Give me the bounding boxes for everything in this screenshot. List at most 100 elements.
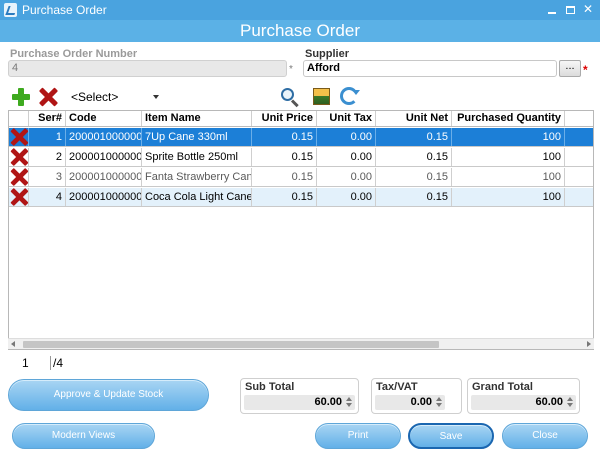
pager: 1 /4 xyxy=(8,351,594,373)
unit-price-cell[interactable]: 0.15 xyxy=(252,188,317,206)
table-row[interactable]: 4 2000010000004 Coca Cola Light Cane... … xyxy=(9,188,593,207)
refresh-icon[interactable] xyxy=(340,87,360,105)
spinner-icon xyxy=(435,397,444,408)
horizontal-scrollbar[interactable] xyxy=(8,338,594,349)
item-name-cell: 7Up Cane 330ml xyxy=(142,128,252,146)
grand-total-field: 60.00 xyxy=(471,395,576,410)
print-button[interactable]: Print xyxy=(315,423,401,449)
delete-icon[interactable] xyxy=(10,188,27,205)
ser-cell: 1 xyxy=(29,128,66,146)
column-header-s[interactable]: S xyxy=(565,111,593,126)
spinner-icon xyxy=(345,397,354,408)
column-header-ser[interactable]: Ser# xyxy=(29,111,66,126)
tax-vat-box: Tax/VAT 0.00 xyxy=(371,378,462,414)
unit-price-cell[interactable]: 0.15 xyxy=(252,168,317,186)
table-row[interactable]: 3 2000010000003 Fanta Strawberry Can... … xyxy=(9,168,593,187)
quantity-cell[interactable]: 100 xyxy=(452,168,565,186)
app-icon xyxy=(4,3,17,17)
page-header: Purchase Order xyxy=(0,20,600,42)
chevron-down-icon xyxy=(153,95,159,99)
item-select-dropdown[interactable]: <Select> xyxy=(65,87,163,107)
delete-icon[interactable] xyxy=(10,148,27,165)
quantity-cell[interactable]: 100 xyxy=(452,128,565,146)
code-cell: 2000010000002 xyxy=(66,148,142,166)
title-bar: Purchase Order ✕ xyxy=(0,0,600,20)
close-button[interactable]: Close xyxy=(502,423,588,449)
close-icon: ✕ xyxy=(582,2,594,16)
unit-price-cell[interactable]: 0.15 xyxy=(252,148,317,166)
delete-icon[interactable] xyxy=(10,168,27,185)
supplier-field[interactable]: Afford xyxy=(303,60,557,77)
po-required-mark: * xyxy=(289,64,293,75)
delete-row-icon[interactable] xyxy=(39,88,57,106)
item-name-cell: Fanta Strawberry Can... xyxy=(142,168,252,186)
supplier-required-mark: * xyxy=(583,63,588,77)
modern-views-button[interactable]: Modern Views xyxy=(12,423,155,449)
unit-tax-cell[interactable]: 0.00 xyxy=(317,128,376,146)
tax-vat-value: 0.00 xyxy=(410,396,432,408)
unit-net-cell: 0.15 xyxy=(376,188,452,206)
table-row[interactable]: 1 2000010000001 7Up Cane 330ml 0.15 0.00… xyxy=(9,128,593,147)
supplier-label: Supplier xyxy=(305,48,350,60)
s-cell xyxy=(565,148,593,166)
add-row-icon[interactable] xyxy=(12,88,30,106)
delete-icon[interactable] xyxy=(10,128,27,145)
grand-total-box: Grand Total 60.00 xyxy=(467,378,580,414)
grid-toolbar: <Select> xyxy=(8,84,594,110)
column-header-unit-net[interactable]: Unit Net xyxy=(376,111,452,126)
code-cell: 2000010000004 xyxy=(66,188,142,206)
tax-vat-label: Tax/VAT xyxy=(376,381,418,393)
grand-total-label: Grand Total xyxy=(472,381,533,393)
search-icon[interactable] xyxy=(280,87,300,108)
column-header-unit-price[interactable]: Unit Price xyxy=(252,111,317,126)
unit-net-cell: 0.15 xyxy=(376,168,452,186)
unit-net-cell: 0.15 xyxy=(376,128,452,146)
s-cell xyxy=(565,188,593,206)
sub-total-box: Sub Total 60.00 xyxy=(240,378,359,414)
grid-header: Ser# Code Item Name Unit Price Unit Tax … xyxy=(9,111,593,127)
quantity-cell[interactable]: 100 xyxy=(452,188,565,206)
delete-row-cell[interactable] xyxy=(9,168,29,186)
minimize-icon xyxy=(548,12,556,14)
unit-tax-cell[interactable]: 0.00 xyxy=(317,148,376,166)
maximize-icon xyxy=(565,6,575,14)
column-header-item-name[interactable]: Item Name xyxy=(142,111,252,126)
ser-cell: 3 xyxy=(29,168,66,186)
ser-cell: 4 xyxy=(29,188,66,206)
page-title: Purchase Order xyxy=(240,21,360,40)
unit-tax-cell[interactable]: 0.00 xyxy=(317,188,376,206)
code-cell: 2000010000001 xyxy=(66,128,142,146)
scroll-right-icon[interactable] xyxy=(587,341,591,347)
delete-row-cell[interactable] xyxy=(9,188,29,206)
delete-row-cell[interactable] xyxy=(9,128,29,146)
delete-row-cell[interactable] xyxy=(9,148,29,166)
current-page[interactable]: 1 xyxy=(22,356,29,370)
unit-price-cell[interactable]: 0.15 xyxy=(252,128,317,146)
image-icon[interactable] xyxy=(313,88,330,105)
approve-update-stock-button[interactable]: Approve & Update Stock xyxy=(8,379,209,411)
unit-tax-cell[interactable]: 0.00 xyxy=(317,168,376,186)
sub-total-label: Sub Total xyxy=(245,381,295,393)
scrollbar-thumb[interactable] xyxy=(23,341,439,348)
column-header-purchased-quantity[interactable]: Purchased Quantity xyxy=(452,111,565,126)
sub-total-value: 60.00 xyxy=(314,396,342,408)
column-header-unit-tax[interactable]: Unit Tax xyxy=(317,111,376,126)
total-pages: /4 xyxy=(50,356,63,370)
po-number-label: Purchase Order Number xyxy=(10,48,138,60)
po-number-field: 4 xyxy=(8,60,287,77)
column-header-delete xyxy=(9,111,29,126)
supplier-browse-button[interactable]: ... xyxy=(559,60,581,77)
save-button[interactable]: Save xyxy=(408,423,494,449)
close-window-button[interactable]: ✕ xyxy=(576,0,600,20)
item-name-cell: Coca Cola Light Cane... xyxy=(142,188,252,206)
items-grid: Ser# Code Item Name Unit Price Unit Tax … xyxy=(8,110,594,350)
table-row[interactable]: 2 2000010000002 Sprite Bottle 250ml 0.15… xyxy=(9,148,593,167)
item-select-value: <Select> xyxy=(71,90,119,104)
spinner-icon xyxy=(566,397,575,408)
column-header-code[interactable]: Code xyxy=(66,111,142,126)
s-cell xyxy=(565,168,593,186)
s-cell xyxy=(565,128,593,146)
scroll-left-icon[interactable] xyxy=(11,341,15,347)
quantity-cell[interactable]: 100 xyxy=(452,148,565,166)
item-name-cell: Sprite Bottle 250ml xyxy=(142,148,252,166)
